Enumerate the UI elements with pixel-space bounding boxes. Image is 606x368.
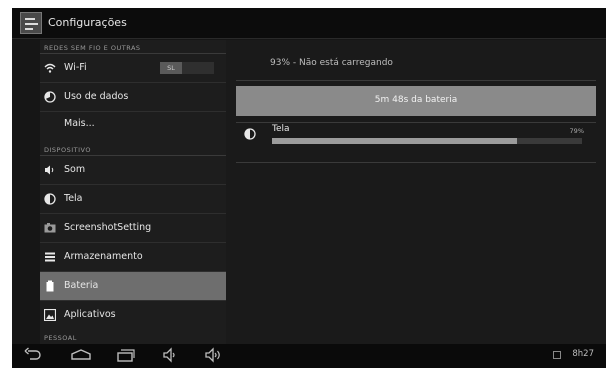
battery-history-graph[interactable]: 5m 48s da bateria: [236, 86, 596, 116]
page-title: Configurações: [48, 16, 127, 29]
sidebar-item-display[interactable]: Tela: [40, 185, 226, 213]
sidebar-item-sound[interactable]: Som: [40, 156, 226, 184]
divider: [236, 162, 596, 163]
brightness-icon: [44, 193, 56, 205]
sidebar-item-label: Mais...: [64, 118, 95, 129]
data-usage-icon: [44, 91, 56, 103]
usage-row-display[interactable]: Tela 79%: [236, 120, 596, 160]
category-header-personal: PESSOAL: [44, 334, 77, 342]
usage-label: Tela: [272, 124, 290, 134]
sidebar-item-label: Tela: [64, 193, 83, 204]
sidebar-item-more[interactable]: Mais...: [40, 112, 226, 136]
sidebar-item-battery[interactable]: Bateria: [40, 272, 226, 300]
back-icon[interactable]: [24, 347, 42, 368]
system-nav-bar: 8h27: [12, 344, 606, 368]
battery-time-label: 5m 48s da bateria: [374, 95, 458, 105]
wifi-toggle[interactable]: SL: [160, 62, 214, 74]
sidebar-item-label: ScreenshotSetting: [64, 222, 152, 233]
sidebar-item-screenshot-setting[interactable]: ScreenshotSetting: [40, 214, 226, 242]
apps-icon: [43, 308, 57, 322]
battery-panel: 93% - Não está carregando 5m 48s da bate…: [226, 40, 606, 344]
battery-icon: [44, 280, 56, 292]
recent-apps-icon[interactable]: [116, 347, 136, 368]
category-header-device: DISPOSITIVO: [44, 146, 91, 154]
sidebar-item-data-usage[interactable]: Uso de dados: [40, 83, 226, 111]
divider: [236, 80, 596, 81]
usage-bar: [272, 138, 582, 144]
storage-icon: [44, 251, 56, 263]
sidebar-item-label: Uso de dados: [64, 91, 129, 102]
wifi-toggle-state: SL: [160, 62, 182, 74]
camera-icon: [44, 222, 56, 234]
usage-bar-fill: [272, 138, 517, 144]
category-header-wireless: REDES SEM FIO E OUTRAS: [44, 44, 141, 52]
sidebar-item-apps[interactable]: Aplicativos: [40, 301, 226, 329]
sidebar-item-label: Wi-Fi: [64, 62, 87, 73]
sidebar-item-label: Bateria: [64, 280, 99, 291]
sidebar-item-label: Som: [64, 164, 86, 175]
settings-sidebar: REDES SEM FIO E OUTRAS Wi-Fi SL Uso de d…: [40, 40, 226, 344]
volume-down-icon[interactable]: [162, 347, 180, 368]
wifi-icon: [44, 62, 56, 74]
status-clock: 8h27: [572, 349, 594, 359]
tablet-screen: Configurações REDES SEM FIO E OUTRAS Wi-…: [12, 8, 606, 368]
brightness-icon: [244, 128, 256, 140]
battery-status: 93% - Não está carregando: [270, 58, 393, 68]
home-icon[interactable]: [70, 347, 92, 368]
sidebar-item-wifi[interactable]: Wi-Fi SL: [40, 54, 226, 82]
usage-percent: 79%: [569, 127, 584, 135]
speaker-icon: [44, 164, 56, 176]
sidebar-item-label: Armazenamento: [64, 251, 143, 262]
action-bar: Configurações: [12, 8, 606, 39]
settings-app-icon[interactable]: [20, 12, 42, 34]
sidebar-item-label: Aplicativos: [64, 309, 116, 320]
volume-up-icon[interactable]: [204, 347, 224, 368]
sidebar-item-storage[interactable]: Armazenamento: [40, 243, 226, 271]
screenshot-notification-icon: [553, 351, 561, 359]
